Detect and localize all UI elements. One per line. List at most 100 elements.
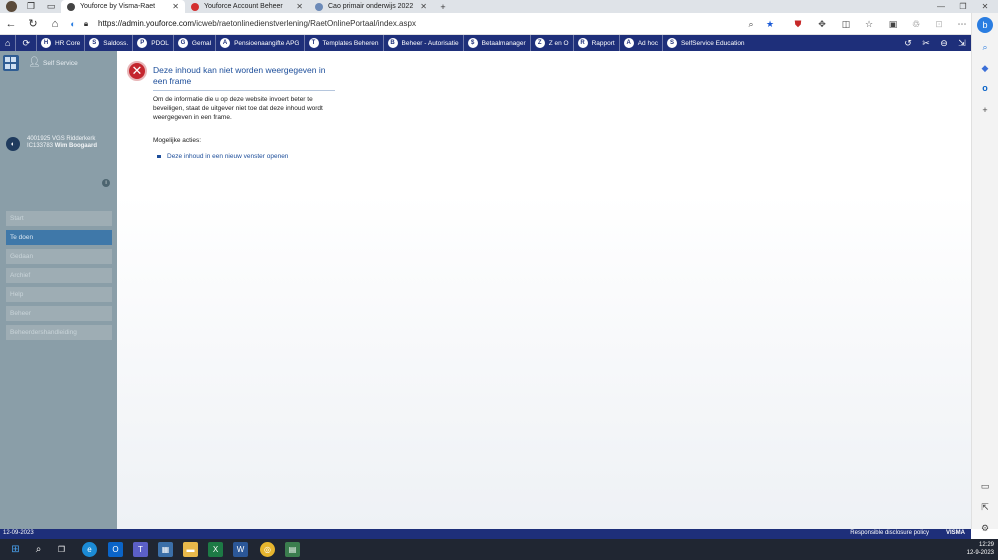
sidebar-layout-icon[interactable]: ▭ [978, 479, 992, 493]
nav-label: Ad hoc [637, 39, 658, 47]
bullet-icon [157, 155, 161, 158]
nav-beheer-autorisatie[interactable]: B Beheer - Autorisatie [384, 35, 464, 51]
collections-icon[interactable]: ▣ [886, 17, 900, 31]
performance-icon[interactable]: ♲ [909, 17, 923, 31]
apps-grid-icon[interactable] [3, 55, 19, 71]
refresh-app-icon[interactable]: ⟳ [16, 35, 37, 51]
zoom-icon[interactable]: ⌕ [744, 17, 758, 31]
sidebar-item-gedaan[interactable]: Gedaan [6, 249, 112, 264]
bing-chat-icon[interactable]: b [977, 17, 993, 33]
link-text[interactable]: Deze inhoud in een nieuw venster openen [167, 153, 288, 160]
logout-icon[interactable]: ⊖ [935, 38, 953, 49]
home-icon[interactable]: ⌂ [44, 13, 66, 35]
restore-icon[interactable]: ❐ [952, 0, 974, 13]
tab-title: Youforce Account Beheer [204, 3, 283, 10]
word-taskbar-icon[interactable]: W [233, 542, 248, 557]
nav-selfservice-education[interactable]: S SelfService Education [663, 35, 749, 51]
nav-label: Pensioenaangifte APG [234, 39, 300, 47]
tab-cao[interactable]: Cao primair onderwijs 2022 ✕ [309, 0, 433, 13]
nav-pdol[interactable]: P PDOL [133, 35, 174, 51]
favorite-star-icon[interactable]: ★ [763, 17, 777, 31]
external-link-icon[interactable]: ⇱ [978, 500, 992, 514]
nav-label: Betaalmanager [481, 39, 526, 47]
outlook-taskbar-icon[interactable]: O [108, 542, 123, 557]
games-icon[interactable]: ◆ [978, 61, 992, 75]
info-icon[interactable]: i [102, 179, 110, 187]
close-tab-icon[interactable]: ✕ [172, 2, 179, 11]
undo-icon[interactable]: ↺ [899, 38, 917, 49]
nav-hr-core[interactable]: H HR Core [37, 35, 86, 51]
sidebar-item-start[interactable]: Start [6, 211, 112, 226]
sidebar-item-beheerdershandleiding[interactable]: Beheerdershandleiding [6, 325, 112, 340]
profile-avatar[interactable] [6, 1, 17, 12]
betaalmanager-icon: $ [467, 38, 478, 48]
home-icon[interactable]: ⌂ [0, 35, 17, 51]
minimize-icon[interactable]: — [930, 0, 952, 13]
workspaces-icon[interactable]: ❐ [21, 0, 41, 13]
tab-youforce[interactable]: Youforce by Visma-Raet ✕ [61, 0, 185, 13]
open-new-window-link[interactable]: Deze inhoud in een nieuw venster openen [157, 153, 288, 160]
nav-saldoss[interactable]: S Saldoss. [85, 35, 134, 51]
lock-icon[interactable]: 🔒︎ [80, 13, 92, 35]
tab-title: Cao primair onderwijs 2022 [328, 3, 414, 10]
excel-taskbar-icon[interactable]: X [208, 542, 223, 557]
extensions-icon[interactable]: ✥ [815, 17, 829, 31]
file-explorer-icon[interactable]: ▬ [183, 542, 198, 557]
fullscreen-icon[interactable]: ⇲ [953, 38, 971, 49]
app-taskbar-icon[interactable]: ▤ [285, 542, 300, 557]
add-sidebar-icon[interactable]: + [978, 103, 992, 117]
task-view-icon[interactable]: ❐ [54, 542, 69, 557]
back-icon[interactable]: ← [0, 13, 22, 35]
outlook-icon[interactable]: o [978, 81, 992, 95]
search-icon[interactable]: ⌕ [31, 542, 46, 557]
nav-label: HR Core [54, 39, 81, 47]
new-tab-button[interactable]: + [433, 0, 453, 13]
nav-gemal[interactable]: G Gemal [174, 35, 217, 51]
pensioen-icon: A [220, 38, 231, 48]
close-tab-icon[interactable]: ✕ [296, 2, 303, 11]
favorites-icon[interactable]: ☆ [862, 17, 876, 31]
teams-taskbar-icon[interactable]: T [133, 542, 148, 557]
sidebar-item-te-doen[interactable]: Te doen [6, 230, 112, 245]
clock-date: 12-9-2023 [966, 550, 994, 556]
calculator-taskbar-icon[interactable]: ▦ [158, 542, 173, 557]
settings-gear-icon[interactable]: ⚙ [978, 521, 992, 535]
tab-actions-icon[interactable]: ▭ [41, 0, 61, 13]
app-navbar: ⌂ ⟳ H HR Core S Saldoss. P PDOL G Gemal A Pen… [0, 35, 971, 51]
split-screen-icon[interactable]: ◫ [839, 17, 853, 31]
self-service-label[interactable]: Self Service [43, 60, 78, 67]
nav-rapport[interactable]: R Rapport [574, 35, 620, 51]
sidebar-item-archief[interactable]: Archief [6, 268, 112, 283]
error-icon: ✕ [127, 61, 147, 81]
disclosure-link[interactable]: Responsible disclosure policy [850, 530, 929, 536]
organization-info: 4001925 VGS Ridderkerk IC133783 Wim Boog… [27, 136, 97, 150]
url-field[interactable]: https://admin.youforce.com/icweb/raetonl… [98, 19, 416, 28]
sidebar-item-beheer[interactable]: Beheer [6, 306, 112, 321]
refresh-icon[interactable]: ↻ [22, 13, 44, 35]
nav-ad-hoc[interactable]: A Ad hoc [620, 35, 663, 51]
nav-pensioenaangifte[interactable]: A Pensioenaangifte APG [216, 35, 305, 51]
saldoss-icon: S [89, 38, 100, 48]
search-icon[interactable]: ⌕ [978, 40, 992, 54]
org-name: 4001925 VGS Ridderkerk [27, 136, 96, 142]
chrome-taskbar-icon[interactable]: ◎ [260, 542, 275, 557]
visma-logo: VISMA [945, 530, 965, 536]
more-menu-icon[interactable]: ⋯ [955, 17, 969, 31]
nav-z-en-o[interactable]: ZZ en O [531, 35, 574, 51]
system-clock[interactable]: 12:29 12-9-2023 [967, 541, 994, 557]
close-window-icon[interactable]: ✕ [974, 0, 996, 13]
nav-templates-beheren[interactable]: T Templates Beheren [305, 35, 384, 51]
edge-taskbar-icon[interactable]: e [82, 542, 97, 557]
nav-betaalmanager[interactable]: $ Betaalmanager [464, 35, 531, 51]
sidebar-item-help[interactable]: Help [6, 287, 112, 302]
tools-icon[interactable]: ✂ [917, 38, 935, 49]
windows-start-icon[interactable]: ⊞ [8, 542, 23, 557]
close-tab-icon[interactable]: ✕ [420, 2, 427, 11]
copilot-disabled-icon: ⊡ [935, 18, 943, 29]
tab-title: Youforce by Visma-Raet [80, 3, 156, 10]
tab-account-beheer[interactable]: Youforce Account Beheer ✕ [185, 0, 309, 13]
shield-extension-icon[interactable]: ⛊ [791, 17, 805, 31]
main-content: ✕ Deze inhoud kan niet worden weergegeve… [117, 51, 971, 529]
selfservice-icon: S [666, 38, 677, 48]
error-description: Om de informatie die u op deze website i… [153, 96, 323, 121]
